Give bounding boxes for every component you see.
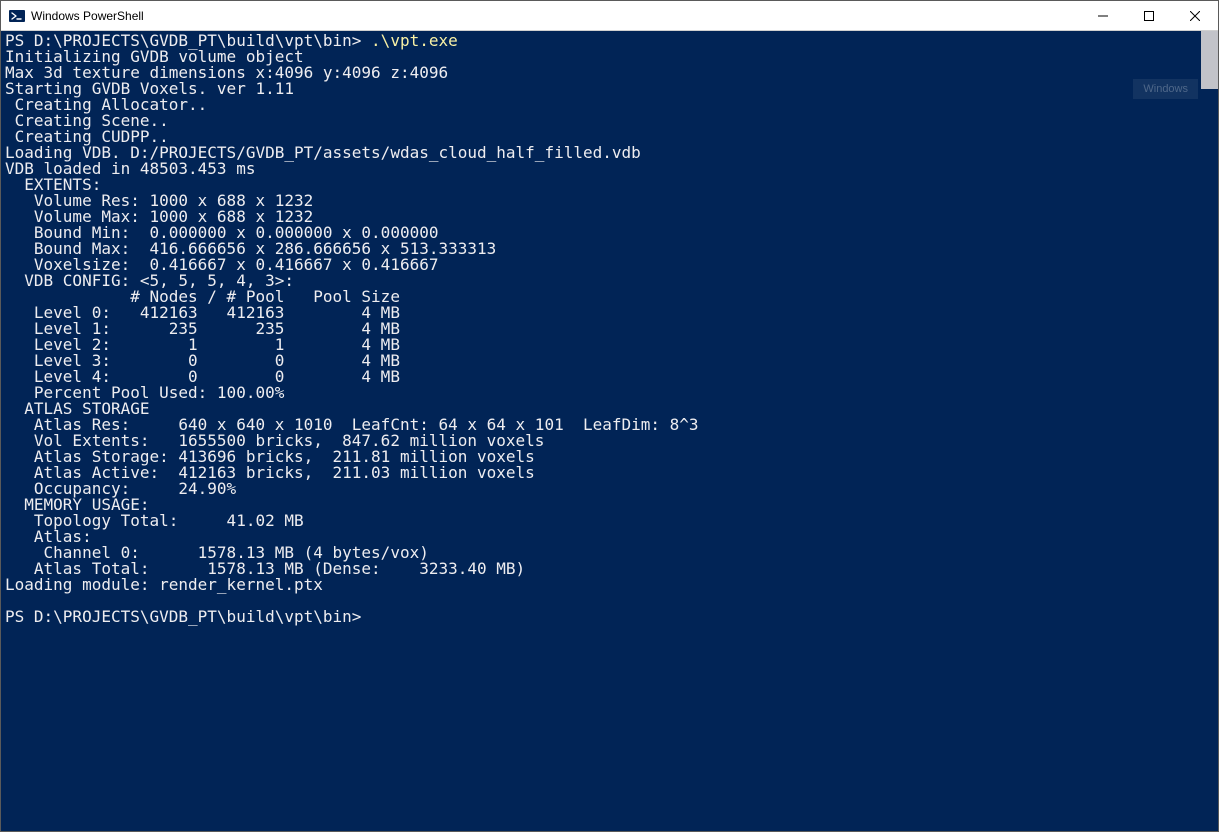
powershell-window: Windows PowerShell PS D:\PROJECTS\GVDB_P… bbox=[0, 0, 1219, 832]
scrollbar-thumb[interactable] bbox=[1201, 31, 1218, 89]
prompt-line-2: PS D:\PROJECTS\GVDB_PT\build\vpt\bin> bbox=[5, 607, 361, 626]
output-line: Loading module: render_kernel.ptx bbox=[5, 575, 323, 594]
scrollbar[interactable] bbox=[1201, 31, 1218, 831]
maximize-button[interactable] bbox=[1126, 1, 1172, 31]
inactive-window-tab: Windows bbox=[1133, 79, 1198, 99]
titlebar[interactable]: Windows PowerShell bbox=[1, 1, 1218, 31]
terminal-area: PS D:\PROJECTS\GVDB_PT\build\vpt\bin> .\… bbox=[1, 31, 1218, 831]
command-text: .\vpt.exe bbox=[371, 31, 458, 50]
window-title: Windows PowerShell bbox=[31, 9, 144, 23]
minimize-button[interactable] bbox=[1080, 1, 1126, 31]
terminal[interactable]: PS D:\PROJECTS\GVDB_PT\build\vpt\bin> .\… bbox=[1, 31, 1201, 831]
powershell-icon bbox=[9, 8, 25, 24]
close-button[interactable] bbox=[1172, 1, 1218, 31]
window-controls bbox=[1080, 1, 1218, 31]
